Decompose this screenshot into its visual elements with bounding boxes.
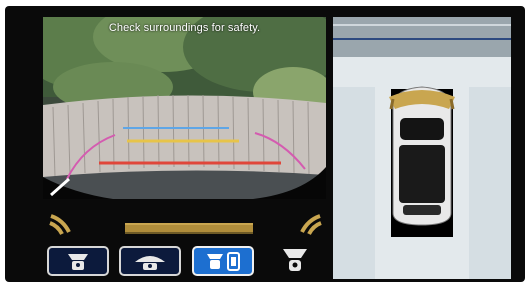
- surround-view-image: [333, 17, 511, 279]
- split-view-button[interactable]: [192, 246, 254, 276]
- surround-view: [333, 17, 511, 279]
- rear-camera-image: [43, 17, 326, 199]
- split-view-icon: [207, 252, 240, 271]
- rear-camera-normal-view-button[interactable]: [47, 246, 109, 276]
- rear-camera-normal-view-icon: [68, 254, 88, 270]
- rear-camera-view: Check surroundings for safety.: [43, 17, 326, 199]
- safety-message: Check surroundings for safety.: [108, 22, 261, 34]
- parking-sensor-right-icon: [300, 214, 322, 235]
- rear-sensor-bar: [125, 223, 253, 234]
- parking-sensor-left-icon: [49, 214, 71, 235]
- front-camera-icon[interactable]: [279, 245, 311, 277]
- rear-camera-wide-view-button[interactable]: [119, 246, 181, 276]
- rear-camera-wide-view-icon: [135, 256, 165, 270]
